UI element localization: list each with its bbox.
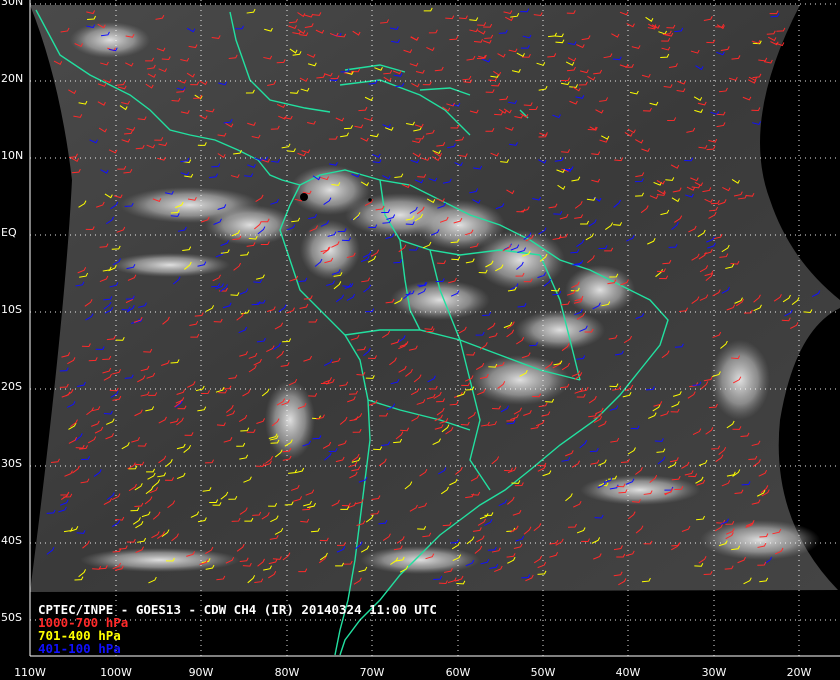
satellite-wind-map	[0, 0, 840, 680]
legend-item-high-level: 401-100 hPa	[38, 641, 121, 656]
lon-label-40w: 40W	[615, 666, 641, 679]
lon-label-90w: 90W	[188, 666, 214, 679]
lat-label-eq: EQ	[1, 226, 17, 239]
lat-label-50s: 50S	[1, 611, 22, 624]
lon-label-80w: 80W	[274, 666, 300, 679]
lon-label-20w: 20W	[786, 666, 812, 679]
lon-label-100w: 100W	[100, 666, 132, 679]
lat-label-20n: 20N	[1, 72, 24, 85]
lon-label-60w: 60W	[445, 666, 471, 679]
location-marker	[300, 193, 308, 201]
map-caption: CPTEC/INPE - GOES13 - CDW CH4 (IR) 20140…	[38, 603, 437, 655]
lat-label-30s: 30S	[1, 457, 22, 470]
lat-label-10s: 10S	[1, 303, 22, 316]
lon-label-70w: 70W	[359, 666, 385, 679]
lon-label-110w: 110W	[14, 666, 46, 679]
lat-label-20s: 20S	[1, 380, 22, 393]
lat-label-30n: 30N	[1, 0, 24, 8]
lat-label-10n: 10N	[1, 149, 24, 162]
lon-label-50w: 50W	[530, 666, 556, 679]
location-marker	[368, 198, 372, 202]
lon-label-30w: 30W	[701, 666, 727, 679]
lat-label-40s: 40S	[1, 534, 22, 547]
pressure-legend: 1000-700 hPa 701-400 hPa 401-100 hPa	[38, 616, 437, 655]
